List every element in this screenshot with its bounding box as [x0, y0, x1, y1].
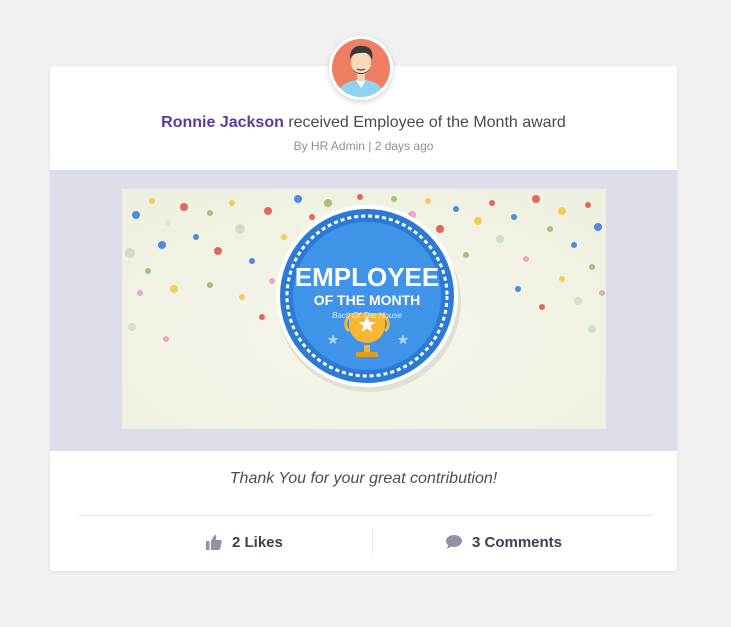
badge-line-2: OF THE MONTH	[314, 292, 421, 308]
like-button[interactable]: 2 Likes	[206, 532, 283, 552]
comments-count: 3 Comments	[472, 533, 563, 551]
confetti-badge-illustration: EMPLOYEE OF THE MONTH Back Of The House	[122, 189, 606, 429]
post-caption: Thank You for your great contribution!	[229, 470, 498, 487]
comments-button[interactable]: 3 Comments	[446, 532, 562, 552]
actions-divider	[79, 515, 653, 516]
post-headline: Ronnie Jackson received Employee of the …	[50, 114, 677, 132]
person-avatar-icon[interactable]	[329, 36, 393, 100]
badge-subtitle: Back Of The House	[332, 311, 402, 320]
award-post-card: Ronnie Jackson received Employee of the …	[50, 66, 677, 571]
speech-bubble-icon	[446, 534, 462, 550]
badge-line-1: EMPLOYEE	[295, 262, 439, 292]
banner-area: EMPLOYEE OF THE MONTH Back Of The House	[50, 170, 677, 451]
actions-separator	[372, 528, 373, 554]
headline-text: received Employee of the Month award	[283, 114, 566, 131]
award-banner-image: EMPLOYEE OF THE MONTH Back Of The House	[122, 189, 606, 429]
thumbs-up-icon	[206, 534, 222, 550]
likes-count: 2 Likes	[232, 533, 283, 551]
recipient-name-link[interactable]: Ronnie Jackson	[161, 114, 284, 131]
post-meta: By HR Admin | 2 days ago	[293, 139, 434, 153]
